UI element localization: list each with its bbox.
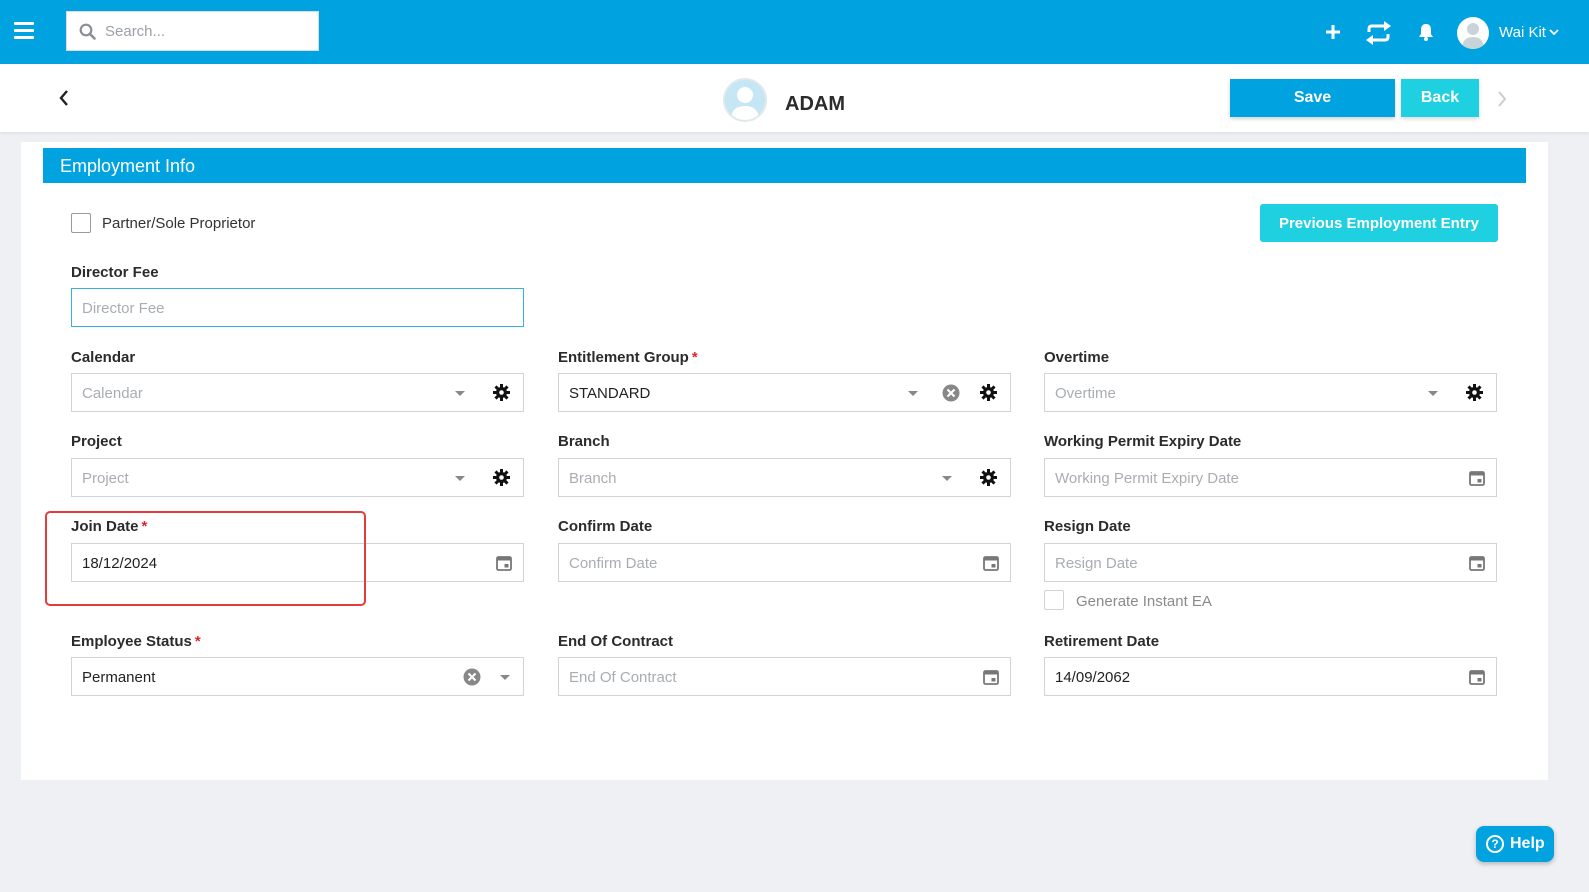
end-of-contract-label: End Of Contract bbox=[558, 633, 673, 650]
entitlement-group-value: STANDARD bbox=[569, 385, 651, 402]
calendar-label: Calendar bbox=[71, 349, 136, 366]
resign-date-placeholder: Resign Date bbox=[1055, 555, 1138, 572]
employee-name: ADAM bbox=[785, 93, 845, 115]
partner-checkbox-label[interactable]: Partner/Sole Proprietor bbox=[102, 215, 255, 232]
entitlement-group-label: Entitlement Group * bbox=[558, 349, 698, 366]
working-permit-expiry-placeholder: Working Permit Expiry Date bbox=[1055, 470, 1239, 487]
dropdown-caret-icon[interactable] bbox=[1428, 391, 1438, 396]
working-permit-expiry-field[interactable]: Working Permit Expiry Date bbox=[1044, 458, 1497, 497]
employee-status-label-text: Employee Status bbox=[71, 633, 192, 650]
employee-status-select[interactable]: Permanent bbox=[71, 657, 524, 696]
save-button[interactable]: Save bbox=[1230, 79, 1395, 117]
retirement-date-value: 14/09/2062 bbox=[1055, 669, 1131, 686]
resign-date-field[interactable]: Resign Date bbox=[1044, 543, 1497, 582]
back-button[interactable]: Back bbox=[1401, 79, 1479, 117]
partner-checkbox[interactable] bbox=[71, 213, 91, 233]
resign-date-label: Resign Date bbox=[1044, 518, 1131, 535]
calendar-icon[interactable] bbox=[983, 669, 999, 685]
retirement-date-label: Retirement Date bbox=[1044, 633, 1160, 650]
end-of-contract-field[interactable]: End Of Contract bbox=[558, 657, 1011, 696]
generate-instant-ea-checkbox[interactable] bbox=[1044, 590, 1064, 610]
help-label: Help bbox=[1510, 835, 1545, 852]
confirm-date-placeholder: Confirm Date bbox=[569, 555, 658, 572]
search-box[interactable] bbox=[66, 11, 319, 51]
gear-icon[interactable] bbox=[980, 469, 997, 486]
sync-icon[interactable] bbox=[1365, 21, 1392, 45]
gear-icon[interactable] bbox=[1466, 384, 1483, 401]
director-fee-placeholder: Director Fee bbox=[82, 300, 165, 317]
calendar-icon[interactable] bbox=[1469, 470, 1485, 486]
user-silhouette-icon bbox=[731, 87, 759, 120]
user-name[interactable]: Wai Kit bbox=[1499, 24, 1546, 41]
confirm-date-field[interactable]: Confirm Date bbox=[558, 543, 1011, 582]
gear-icon[interactable] bbox=[980, 384, 997, 401]
end-of-contract-placeholder: End Of Contract bbox=[569, 669, 677, 686]
gear-icon[interactable] bbox=[493, 384, 510, 401]
branch-placeholder: Branch bbox=[569, 470, 617, 487]
top-bar: Wai Kit bbox=[0, 0, 1589, 64]
overtime-placeholder: Overtime bbox=[1055, 385, 1116, 402]
calendar-icon[interactable] bbox=[983, 555, 999, 571]
previous-employment-entry-button[interactable]: Previous Employment Entry bbox=[1260, 204, 1498, 242]
bell-icon[interactable] bbox=[1418, 23, 1434, 41]
director-fee-label: Director Fee bbox=[71, 264, 159, 281]
chevron-down-icon[interactable] bbox=[1549, 29, 1559, 36]
retirement-date-field[interactable]: 14/09/2062 bbox=[1044, 657, 1497, 696]
branch-select[interactable]: Branch bbox=[558, 458, 1011, 497]
join-date-highlight-annotation bbox=[45, 511, 366, 606]
required-asterisk: * bbox=[691, 349, 698, 366]
required-asterisk: * bbox=[194, 633, 201, 650]
calendar-placeholder: Calendar bbox=[82, 385, 143, 402]
branch-label: Branch bbox=[558, 433, 610, 450]
generate-instant-ea-label[interactable]: Generate Instant EA bbox=[1076, 593, 1212, 610]
help-button[interactable]: ? Help bbox=[1476, 826, 1554, 862]
entitlement-group-select[interactable]: STANDARD bbox=[558, 373, 1011, 412]
clear-icon[interactable] bbox=[463, 668, 481, 686]
confirm-date-label: Confirm Date bbox=[558, 518, 653, 535]
user-avatar[interactable] bbox=[1457, 17, 1489, 49]
dropdown-caret-icon[interactable] bbox=[908, 391, 918, 396]
dropdown-caret-icon[interactable] bbox=[942, 476, 952, 481]
entitlement-group-label-text: Entitlement Group bbox=[558, 349, 689, 366]
employee-status-value: Permanent bbox=[82, 669, 156, 686]
chevron-right-icon[interactable] bbox=[1497, 91, 1507, 107]
employment-info-card: Employment Info Partner/Sole Proprietor … bbox=[21, 142, 1548, 780]
project-select[interactable]: Project bbox=[71, 458, 524, 497]
record-header: ADAM Save Back bbox=[0, 64, 1589, 132]
overtime-label: Overtime bbox=[1044, 349, 1110, 366]
menu-icon[interactable] bbox=[14, 22, 34, 40]
dropdown-caret-icon[interactable] bbox=[500, 675, 510, 680]
search-input[interactable] bbox=[105, 12, 310, 50]
calendar-icon[interactable] bbox=[1469, 669, 1485, 685]
calendar-icon[interactable] bbox=[496, 555, 512, 571]
dropdown-caret-icon[interactable] bbox=[455, 476, 465, 481]
employee-avatar bbox=[723, 78, 767, 122]
section-title: Employment Info bbox=[43, 148, 1526, 183]
calendar-icon[interactable] bbox=[1469, 555, 1485, 571]
gear-icon[interactable] bbox=[493, 469, 510, 486]
plus-icon[interactable] bbox=[1326, 25, 1340, 39]
working-permit-expiry-label: Working Permit Expiry Date bbox=[1044, 433, 1242, 450]
search-icon bbox=[79, 23, 96, 40]
project-label: Project bbox=[71, 433, 122, 450]
question-icon: ? bbox=[1486, 835, 1504, 853]
overtime-select[interactable]: Overtime bbox=[1044, 373, 1497, 412]
clear-icon[interactable] bbox=[942, 384, 960, 402]
director-fee-field[interactable]: Director Fee bbox=[71, 288, 524, 327]
dropdown-caret-icon[interactable] bbox=[455, 391, 465, 396]
calendar-select[interactable]: Calendar bbox=[71, 373, 524, 412]
user-silhouette-icon bbox=[1462, 23, 1484, 49]
employee-status-label: Employee Status * bbox=[71, 633, 201, 650]
project-placeholder: Project bbox=[82, 470, 129, 487]
chevron-left-icon[interactable] bbox=[58, 89, 70, 107]
